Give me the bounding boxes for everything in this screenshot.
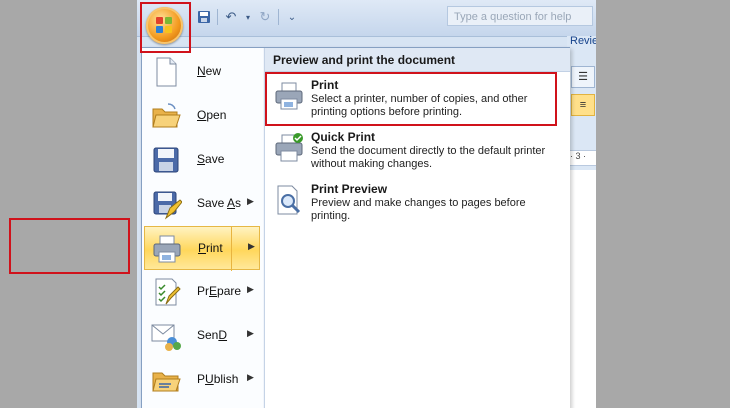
bullets-icon[interactable]: ☰ bbox=[571, 66, 595, 88]
menu-item-label: PrEpare bbox=[197, 284, 242, 298]
ruler-label: · 3 · bbox=[570, 151, 587, 161]
highlight-box-office-button bbox=[140, 2, 191, 53]
menu-item-send[interactable]: SenD ▶ bbox=[144, 314, 260, 358]
menu-item-print[interactable]: Print ▶ bbox=[144, 226, 260, 271]
document-page[interactable] bbox=[569, 170, 596, 408]
print-preview-icon bbox=[273, 184, 305, 216]
send-icon bbox=[150, 320, 182, 352]
quick-access-toolbar: ↶ ▾ ↻ ⌄ bbox=[195, 7, 301, 27]
submenu-arrow-icon[interactable]: ▶ bbox=[248, 241, 255, 252]
menu-item-label: Save bbox=[197, 152, 225, 166]
quick-print-icon bbox=[273, 132, 305, 164]
menu-item-label: Open bbox=[197, 108, 227, 122]
office-menu-left-pane: New Open Save Save As ▶ Print ▶ PrEpare … bbox=[142, 48, 263, 408]
submenu-item-description: Preview and make changes to pages before… bbox=[311, 197, 526, 222]
publish-icon bbox=[150, 364, 182, 396]
save-disk-icon bbox=[150, 144, 182, 176]
submenu-arrow-icon: ▶ bbox=[247, 284, 254, 294]
menu-item-publish[interactable]: PUblish ▶ bbox=[144, 358, 260, 402]
highlight-box-print-item bbox=[9, 218, 130, 274]
customize-toolbar-icon[interactable]: ⌄ bbox=[283, 8, 301, 26]
menu-item-label: PUblish bbox=[197, 372, 239, 386]
submenu-header-title: Preview and print the document bbox=[273, 53, 456, 67]
submenu-arrow-icon: ▶ bbox=[247, 372, 254, 382]
undo-icon[interactable]: ↶ bbox=[222, 8, 240, 26]
ruler: · 3 · bbox=[569, 150, 596, 166]
toolbar-divider bbox=[217, 9, 218, 25]
prepare-icon bbox=[150, 276, 182, 308]
submenu-item-quick-print[interactable]: Quick Print Send the document directly t… bbox=[267, 128, 565, 178]
menu-item-label: Save As bbox=[197, 196, 242, 210]
menu-item-save-as[interactable]: Save As ▶ bbox=[144, 182, 260, 226]
menu-item-label: New bbox=[197, 64, 222, 78]
help-search-input[interactable]: Type a question for help bbox=[447, 6, 593, 26]
menu-item-label: SenD bbox=[197, 328, 228, 342]
tab-review[interactable]: Revie bbox=[570, 35, 596, 47]
menu-item-label: Print bbox=[198, 241, 223, 255]
submenu-item-description: Send the document directly to the defaul… bbox=[311, 145, 546, 170]
submenu-item-print-preview[interactable]: Print Preview Preview and make changes t… bbox=[267, 180, 565, 230]
submenu-arrow-icon: ▶ bbox=[247, 328, 254, 338]
submenu-header: Preview and print the document bbox=[265, 48, 570, 72]
printer-icon bbox=[151, 233, 183, 265]
align-left-icon[interactable]: ≡ bbox=[571, 94, 595, 116]
submenu-arrow-icon: ▶ bbox=[247, 196, 254, 206]
menu-item-save[interactable]: Save bbox=[144, 138, 260, 182]
chevron-down-icon[interactable]: ▾ bbox=[244, 8, 252, 26]
submenu-item-title: Print Preview bbox=[311, 182, 388, 196]
open-folder-icon bbox=[150, 100, 182, 132]
submenu-item-title: Quick Print bbox=[311, 130, 376, 144]
highlight-box-print-submenu bbox=[265, 72, 557, 126]
menu-item-open[interactable]: Open bbox=[144, 94, 260, 138]
redo-icon[interactable]: ↻ bbox=[256, 8, 274, 26]
save-icon[interactable] bbox=[195, 8, 213, 26]
menu-item-new[interactable]: New bbox=[144, 50, 260, 94]
word-window: ↶ ▾ ↻ ⌄ Type a question for help Revie ☰… bbox=[137, 0, 596, 408]
split-divider bbox=[231, 227, 232, 271]
title-bar: ↶ ▾ ↻ ⌄ Type a question for help bbox=[137, 0, 596, 37]
menu-item-prepare[interactable]: PrEpare ▶ bbox=[144, 270, 260, 314]
new-document-icon bbox=[150, 56, 182, 88]
toolbar-divider bbox=[278, 9, 279, 25]
save-as-icon bbox=[150, 188, 183, 220]
